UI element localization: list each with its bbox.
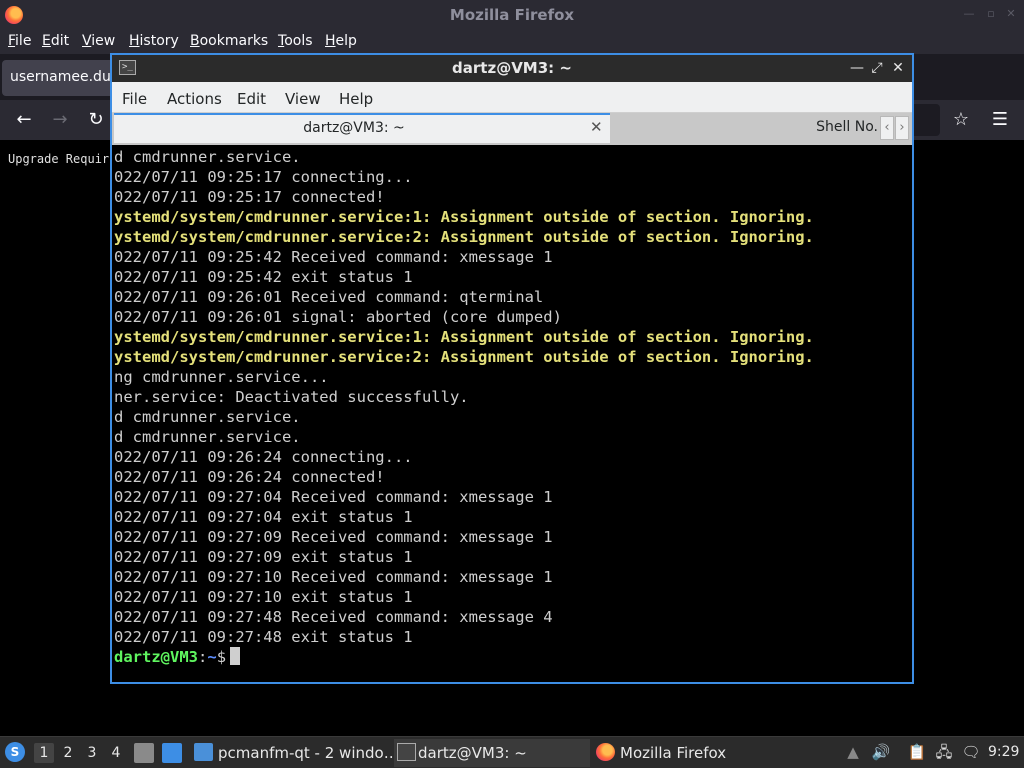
menu-edit[interactable]: Edit (42, 33, 69, 49)
firefox-tab-label: usernamee.duc (10, 69, 119, 85)
terminal-line: 022/07/11 09:27:04 Received command: xme… (114, 488, 553, 506)
start-menu-icon[interactable]: S (5, 742, 25, 762)
text-cursor (230, 647, 241, 665)
terminal-line: 022/07/11 09:25:17 connected! (114, 188, 385, 206)
terminal-line: 022/07/11 09:25:17 connecting... (114, 168, 413, 186)
terminal-line: 022/07/11 09:25:42 exit status 1 (114, 268, 413, 286)
prompt-symbol: $ (216, 648, 227, 666)
update-notifier-icon[interactable]: ▲ (843, 742, 863, 762)
terminal-line: 022/07/11 09:25:42 Received command: xme… (114, 248, 553, 266)
terminal-line: d cmdrunner.service. (114, 148, 301, 166)
menu-help[interactable]: Help (325, 33, 357, 49)
minimize-icon[interactable]: — (963, 8, 975, 20)
file-manager-launcher-icon[interactable] (134, 743, 154, 763)
terminal-line: 022/07/11 09:27:09 exit status 1 (114, 548, 413, 566)
terminal-line: ystemd/system/cmdrunner.service:1: Assig… (114, 208, 814, 226)
folder-icon (194, 743, 213, 761)
terminal-line: ystemd/system/cmdrunner.service:2: Assig… (114, 228, 814, 246)
menu-bookmarks[interactable]: Bookmarks (190, 33, 268, 49)
terminal-tabbar: dartz@VM3: ~ ✕ Shell No. ‹ › (112, 113, 912, 145)
terminal-line: 022/07/11 09:26:01 signal: aborted (core… (114, 308, 562, 326)
network-icon[interactable]: 🖧 (934, 742, 954, 762)
bookmark-star-icon[interactable]: ☆ (949, 108, 973, 132)
menu-history[interactable]: History (129, 33, 179, 49)
task-firefox[interactable]: Mozilla Firefox (596, 739, 736, 767)
close-icon[interactable]: ✕ (1005, 8, 1017, 20)
task-pcmanfm[interactable]: pcmanfm-qt - 2 windo… (194, 739, 399, 767)
show-desktop-icon[interactable] (162, 743, 182, 763)
menu-actions[interactable]: Actions (167, 90, 222, 108)
menu-tools[interactable]: Tools (278, 33, 313, 49)
firefox-window-title: Mozilla Firefox (449, 6, 575, 24)
prompt-user: dartz@VM3 (114, 648, 198, 666)
reload-icon[interactable]: ↻ (84, 108, 108, 132)
workspace-3[interactable]: 3 (82, 743, 102, 763)
tab-scroll-right-icon[interactable]: › (895, 116, 909, 140)
workspace-1[interactable]: 1 (34, 743, 54, 763)
terminal-tab-2[interactable]: Shell No. (612, 115, 880, 143)
terminal-line: ystemd/system/cmdrunner.service:2: Assig… (114, 348, 814, 366)
terminal-window[interactable]: >_ dartz@VM3: ~ — ⤢ ✕ File Actions Edit … (110, 53, 914, 684)
prompt-separator: : (198, 648, 208, 666)
maximize-icon[interactable]: ▫ (985, 8, 997, 20)
terminal-tab-active[interactable]: dartz@VM3: ~ ✕ (114, 113, 610, 143)
close-icon[interactable]: ✕ (890, 59, 906, 77)
url-bar[interactable] (912, 104, 940, 136)
terminal-line: 022/07/11 09:27:10 Received command: xme… (114, 568, 553, 586)
terminal-lines: d cmdrunner.service. 022/07/11 09:25:17 c… (114, 147, 814, 667)
task-label: Mozilla Firefox (620, 744, 727, 762)
workspace-4[interactable]: 4 (106, 743, 126, 763)
menu-file[interactable]: File (122, 90, 147, 108)
volume-icon[interactable]: 🔊 (871, 742, 891, 762)
terminal-line: ng cmdrunner.service... (114, 368, 329, 386)
firefox-titlebar: Mozilla Firefox — ▫ ✕ (0, 0, 1024, 30)
menu-help[interactable]: Help (339, 90, 373, 108)
page-text: Upgrade Requir (8, 152, 110, 166)
terminal-line: 022/07/11 09:26:24 connected! (114, 468, 385, 486)
notification-icon[interactable]: 🗨 (961, 742, 981, 762)
terminal-line: 022/07/11 09:27:09 Received command: xme… (114, 528, 553, 546)
menu-edit[interactable]: Edit (237, 90, 266, 108)
menu-view[interactable]: View (285, 90, 321, 108)
task-label: dartz@VM3: ~ (418, 744, 527, 762)
terminal-output[interactable]: d cmdrunner.service. 022/07/11 09:25:17 c… (114, 147, 910, 682)
terminal-menubar: File Actions Edit View Help (112, 82, 912, 113)
clipboard-icon[interactable]: 📋 (907, 742, 927, 762)
terminal-tab-label: dartz@VM3: ~ (303, 120, 405, 136)
terminal-line: 022/07/11 09:26:24 connecting... (114, 448, 413, 466)
firefox-tab[interactable]: usernamee.duc (2, 60, 122, 96)
terminal-line: 022/07/11 09:26:01 Received command: qte… (114, 288, 544, 306)
tab-scroll-left-icon[interactable]: ‹ (880, 116, 894, 140)
maximize-icon[interactable]: ⤢ (869, 59, 885, 77)
terminal-line: 022/07/11 09:27:10 exit status 1 (114, 588, 413, 606)
tab-close-icon[interactable]: ✕ (590, 118, 603, 136)
terminal-line: 022/07/11 09:27:48 exit status 1 (114, 628, 413, 646)
terminal-line: 022/07/11 09:27:48 Received command: xme… (114, 608, 553, 626)
clock: 9:29 (988, 744, 1020, 760)
menu-view[interactable]: View (82, 33, 115, 49)
terminal-line: ystemd/system/cmdrunner.service:1: Assig… (114, 328, 814, 346)
terminal-titlebar[interactable]: >_ dartz@VM3: ~ — ⤢ ✕ (112, 55, 912, 82)
terminal-window-title: dartz@VM3: ~ (452, 59, 572, 77)
terminal-line: d cmdrunner.service. (114, 428, 301, 446)
terminal-line: d cmdrunner.service. (114, 408, 301, 426)
back-arrow-icon[interactable]: ← (12, 108, 36, 132)
hamburger-menu-icon[interactable]: ☰ (988, 108, 1012, 132)
terminal-icon (397, 743, 416, 761)
terminal-tab-2-label: Shell No. (816, 119, 878, 135)
firefox-menubar: File Edit View History Bookmarks Tools H… (0, 30, 1024, 54)
workspace-2[interactable]: 2 (58, 743, 78, 763)
firefox-icon (596, 743, 615, 761)
terminal-line: ner.service: Deactivated successfully. (114, 388, 469, 406)
terminal-line: 022/07/11 09:27:04 exit status 1 (114, 508, 413, 526)
prompt-path: ~ (207, 648, 217, 666)
terminal-prompt[interactable]: dartz@VM3:~$ (114, 647, 814, 667)
forward-arrow-icon[interactable]: → (48, 108, 72, 132)
menu-file[interactable]: File (8, 33, 31, 49)
task-terminal[interactable]: dartz@VM3: ~ (394, 739, 590, 767)
task-label: pcmanfm-qt - 2 windo… (218, 744, 399, 762)
minimize-icon[interactable]: — (849, 59, 865, 77)
